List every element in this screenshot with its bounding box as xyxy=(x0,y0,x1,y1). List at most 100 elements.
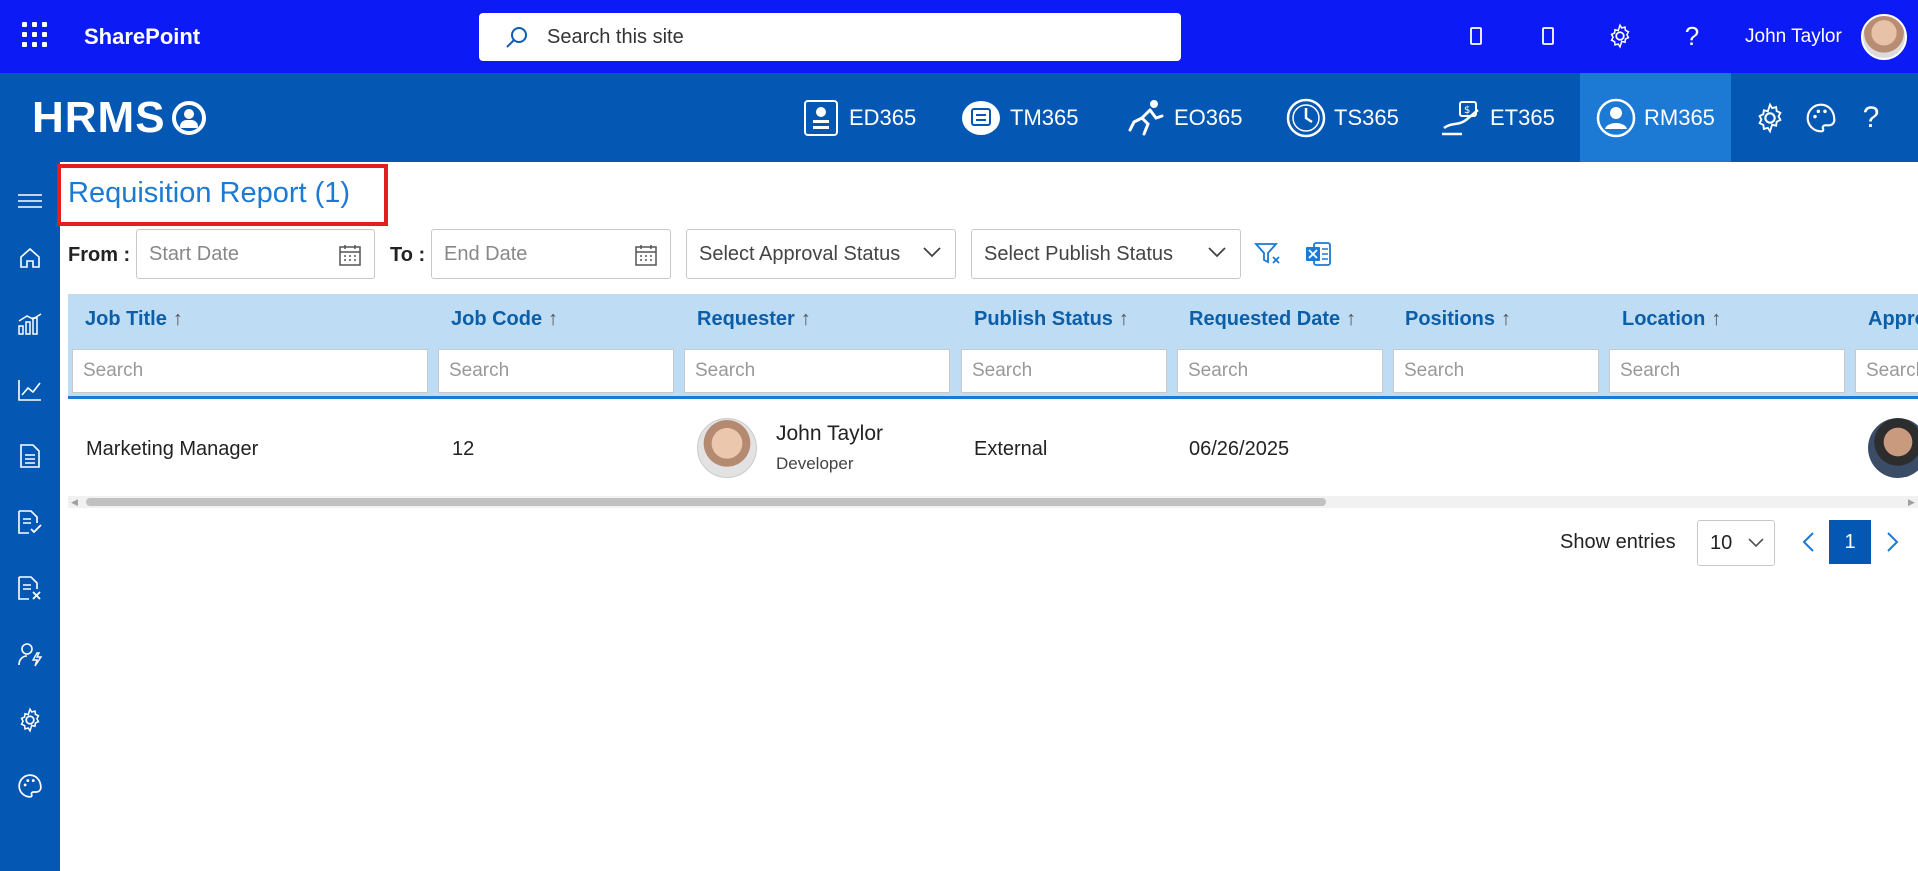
job-code-search[interactable] xyxy=(438,349,674,393)
page-size-select[interactable]: 10 xyxy=(1697,520,1775,566)
search-icon xyxy=(506,27,527,48)
user-name[interactable]: John Taylor xyxy=(1745,26,1842,48)
page-size-value: 10 xyxy=(1710,531,1733,554)
sharepoint-brand[interactable]: SharePoint xyxy=(84,24,200,50)
column-publish-status[interactable]: Publish Status ↑ xyxy=(974,308,1129,331)
theme-palette-icon[interactable] xyxy=(1803,100,1839,136)
help-icon[interactable]: ? xyxy=(1676,20,1708,52)
start-date-input[interactable] xyxy=(137,242,327,266)
requisition-grid: Job Title ↑ Job Code ↑ Requester ↑ Publish … xyxy=(68,294,1918,496)
chevron-down-icon xyxy=(923,247,941,258)
horizontal-scrollbar[interactable]: ◀ ▶ xyxy=(68,496,1918,508)
app-launcher-icon[interactable] xyxy=(22,22,48,48)
excel-export-icon[interactable] xyxy=(1302,238,1334,270)
column-label: Job Code xyxy=(451,308,543,330)
home-icon[interactable] xyxy=(0,233,60,283)
module-tm365[interactable]: TM365 xyxy=(960,73,1090,162)
column-location[interactable]: Location ↑ xyxy=(1622,308,1721,331)
scroll-right-arrow-icon[interactable]: ▶ xyxy=(1908,497,1915,508)
hrms-logo[interactable]: HRMS xyxy=(32,93,206,143)
module-eo365[interactable]: EO365 xyxy=(1124,73,1254,162)
scrollbar-thumb[interactable] xyxy=(86,498,1326,506)
clear-filter-icon[interactable] xyxy=(1252,238,1284,270)
requester-role: Developer xyxy=(776,454,854,473)
column-positions[interactable]: Positions ↑ xyxy=(1405,308,1511,331)
settings-gear-icon[interactable] xyxy=(1604,20,1636,52)
notebook-icon[interactable] xyxy=(1460,20,1492,52)
column-label: Job Title xyxy=(85,308,167,330)
user-permission-icon[interactable] xyxy=(0,629,60,679)
requested-date-search[interactable] xyxy=(1177,349,1383,393)
scroll-left-arrow-icon[interactable]: ◀ xyxy=(71,497,78,508)
calendar-icon[interactable] xyxy=(338,243,362,267)
positions-search[interactable] xyxy=(1393,349,1599,393)
end-date-field[interactable] xyxy=(431,229,671,279)
approved-document-icon[interactable] xyxy=(0,497,60,547)
analytics-icon[interactable] xyxy=(0,299,60,349)
sort-arrow-icon: ↑ xyxy=(172,308,183,330)
site-search-box[interactable] xyxy=(479,13,1181,61)
column-approval[interactable]: Appro xyxy=(1868,308,1918,331)
job-title-search[interactable] xyxy=(72,349,428,393)
from-label: From : xyxy=(68,244,131,266)
sidebar-settings-gear-icon[interactable] xyxy=(0,695,60,745)
sort-arrow-icon: ↑ xyxy=(800,308,811,330)
module-ts365[interactable]: TS365 xyxy=(1286,73,1416,162)
to-label: To : xyxy=(390,244,426,266)
module-ed365[interactable]: ED365 xyxy=(801,73,931,162)
publish-status-search[interactable] xyxy=(961,349,1167,393)
sort-arrow-icon: ↑ xyxy=(548,308,559,330)
svg-text:$: $ xyxy=(1464,105,1470,116)
mobile-icon[interactable] xyxy=(1532,20,1564,52)
module-rm365[interactable]: RM365 xyxy=(1580,73,1731,162)
site-search-input[interactable] xyxy=(547,25,1147,49)
sidebar-palette-icon[interactable] xyxy=(0,761,60,811)
employee-directory-icon xyxy=(804,99,838,136)
calendar-icon[interactable] xyxy=(634,243,658,267)
location-search[interactable] xyxy=(1609,349,1845,393)
onboarding-icon xyxy=(1128,99,1164,135)
start-date-field[interactable] xyxy=(136,229,375,279)
page-number-button[interactable]: 1 xyxy=(1829,520,1871,564)
module-label: RM365 xyxy=(1644,104,1715,130)
column-label: Location xyxy=(1622,308,1706,330)
requester-search[interactable] xyxy=(684,349,950,393)
job-title-cell: Marketing Manager xyxy=(86,438,259,460)
column-label: Publish Status xyxy=(974,308,1113,330)
task-management-icon xyxy=(962,100,1000,135)
next-page-icon[interactable] xyxy=(1878,527,1908,557)
sort-arrow-icon: ↑ xyxy=(1711,308,1722,330)
previous-page-icon[interactable] xyxy=(1793,527,1823,557)
module-label: TM365 xyxy=(1010,104,1079,130)
user-avatar[interactable] xyxy=(1861,14,1907,60)
column-job-code[interactable]: Job Code ↑ xyxy=(451,308,558,331)
approval-status-dropdown[interactable]: Select Approval Status xyxy=(686,229,956,279)
requester-name: John Taylor xyxy=(776,422,884,445)
logo-text: HRMS xyxy=(32,93,166,142)
expense-icon: $ xyxy=(1442,100,1479,135)
grid-header: Job Title ↑ Job Code ↑ Requester ↑ Publish … xyxy=(68,294,1918,399)
column-requester[interactable]: Requester ↑ xyxy=(697,308,811,331)
sort-arrow-icon: ↑ xyxy=(1346,308,1357,330)
rejected-document-icon[interactable] xyxy=(0,563,60,613)
timesheet-icon xyxy=(1286,98,1326,137)
suite-bar: SharePoint ? John Taylor xyxy=(0,0,1918,73)
end-date-input[interactable] xyxy=(432,242,622,266)
requested-date-cell: 06/26/2025 xyxy=(1189,438,1290,460)
app-help-icon[interactable]: ? xyxy=(1853,100,1889,136)
trend-chart-icon[interactable] xyxy=(0,365,60,415)
publish-status-cell: External xyxy=(974,438,1048,460)
column-job-title[interactable]: Job Title ↑ xyxy=(85,308,183,331)
document-icon[interactable] xyxy=(0,431,60,481)
column-requested-date[interactable]: Requested Date ↑ xyxy=(1189,308,1356,331)
column-label: Requester xyxy=(697,308,795,330)
column-label: Requested Date xyxy=(1189,308,1341,330)
menu-toggle-icon[interactable] xyxy=(0,176,60,226)
module-label: ET365 xyxy=(1490,104,1555,130)
chevron-down-icon xyxy=(1748,538,1764,548)
publish-status-dropdown[interactable]: Select Publish Status xyxy=(971,229,1241,279)
approval-search[interactable] xyxy=(1855,349,1918,393)
module-et365[interactable]: $ ET365 xyxy=(1440,73,1570,162)
requester-avatar xyxy=(697,418,757,478)
app-settings-gear-icon[interactable] xyxy=(1752,100,1788,136)
